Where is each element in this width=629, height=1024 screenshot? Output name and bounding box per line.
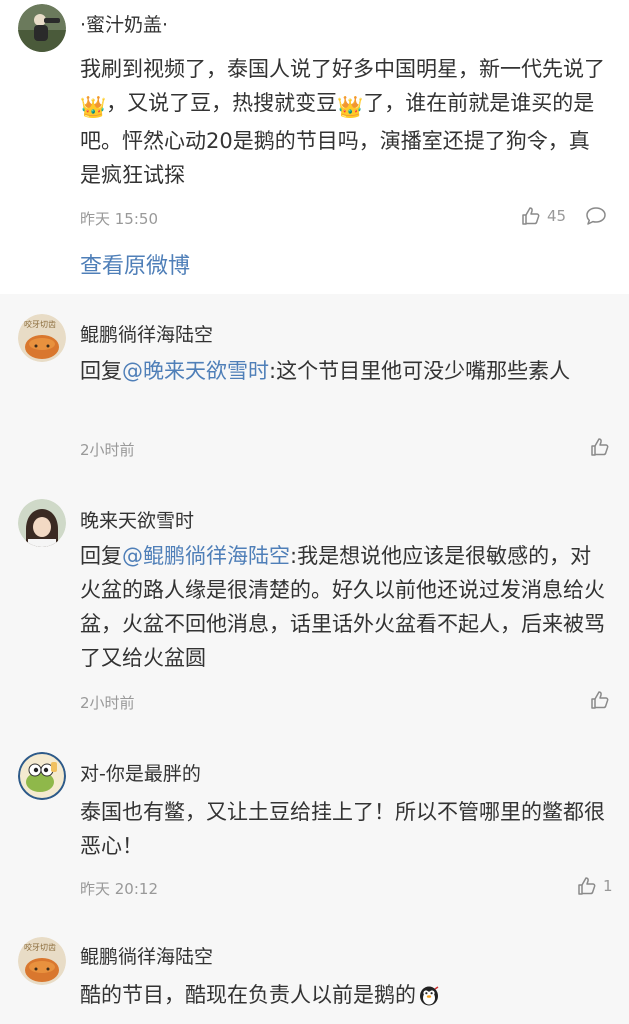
like-count: 45 [547,207,567,225]
username[interactable]: 晚来天欲雪时 [80,506,194,533]
view-original-link[interactable]: 查看原微博 [80,248,190,280]
penguin-emoji-icon [418,982,440,1016]
thumbs-up-icon [591,438,609,456]
username[interactable]: 对-你是最胖的 [80,759,201,786]
avatar[interactable] [18,752,66,800]
username[interactable]: ·蜜汁奶盖· [80,10,168,37]
like-count: 1 [603,877,613,895]
comment-text: 我刷到视频了，泰国人说了好多中国明星，新一代先说了👑，又说了豆，热搜就变豆👑了，… [80,57,605,187]
mention-link[interactable]: @晚来天欲雪时 [122,359,269,383]
thumbs-up-icon [591,691,609,709]
crown-emoji: 👑 [80,95,107,119]
comment-icon[interactable] [585,206,607,230]
reply-time: 昨天 20:12 [80,880,158,898]
username[interactable]: 鲲鹏徜徉海陆空 [80,942,213,969]
main-comment-card: ·蜜汁奶盖· 我刷到视频了，泰国人说了好多中国明星，新一代先说了👑，又说了豆，热… [0,0,629,294]
reply-time: 2小时前 [80,694,135,712]
avatar[interactable] [18,4,66,52]
reply-text: 泰国也有鳖，又让土豆给挂上了！所以不管哪里的鳖都很恶心！ [80,800,605,858]
comment-time: 昨天 15:50 [80,210,158,228]
reply-text: 酷的节目，酷现在负责人以前是鹅的 [80,978,605,1016]
avatar[interactable]: 咬牙切齿 [18,314,66,362]
like-button[interactable] [590,437,616,457]
reply-text: 回复@晚来天欲雪时:这个节目里他可没少嘴那些素人 [80,359,571,383]
crown-emoji: 👑 [337,95,364,119]
avatar[interactable] [18,499,66,547]
like-button[interactable] [590,690,616,710]
thumbs-up-icon [578,877,596,895]
like-button[interactable]: 1 [577,876,613,896]
reply-text: 回复@鲲鹏徜徉海陆空:我是想说他应该是很敏感的，对火盆的路人缘是很清楚的。好久以… [80,544,605,670]
avatar-caption: 咬牙切齿 [24,943,56,952]
thumbs-up-icon [522,207,540,225]
avatar-caption: 咬牙切齿 [24,320,56,329]
avatar[interactable]: 咬牙切齿 [18,937,66,985]
mention-link[interactable]: @鲲鹏徜徉海陆空 [122,544,290,568]
like-button[interactable]: 45 [521,206,566,226]
username[interactable]: 鲲鹏徜徉海陆空 [80,320,213,347]
reply-time: 2小时前 [80,441,135,459]
